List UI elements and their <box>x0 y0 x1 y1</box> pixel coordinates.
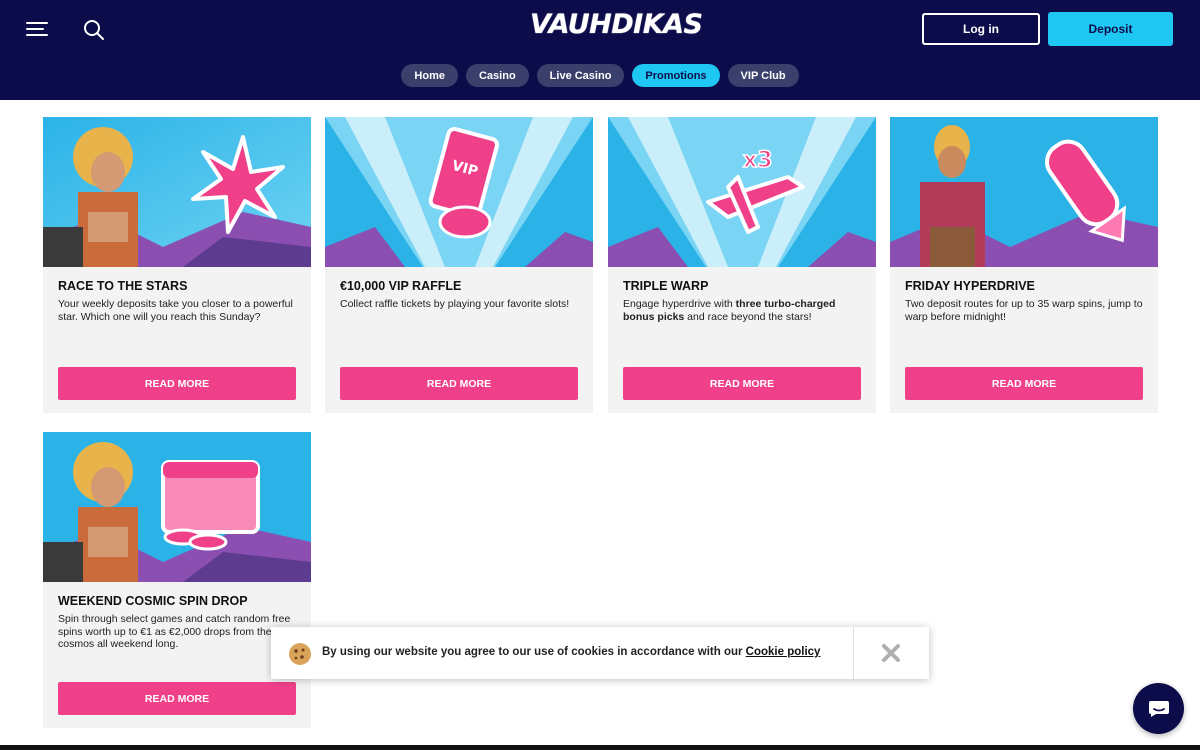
read-more-button[interactable]: READ MORE <box>623 367 861 400</box>
nav-tab-promotions[interactable]: Promotions <box>632 64 720 87</box>
promo-image-friday-hyperdrive[interactable] <box>890 117 1158 267</box>
promo-title: WEEKEND COSMIC SPIN DROP <box>58 594 248 608</box>
promo-title: FRIDAY HYPERDRIVE <box>905 279 1035 293</box>
cookie-text: By using our website you agree to our us… <box>322 646 821 658</box>
hamburger-menu-icon[interactable] <box>26 19 48 39</box>
promo-image-weekend-cosmic-spin-drop[interactable] <box>43 432 311 582</box>
read-more-button[interactable]: READ MORE <box>905 367 1143 400</box>
promo-description: Collect raffle tickets by playing your f… <box>340 298 570 310</box>
promo-image-vip-raffle[interactable]: VIP <box>325 117 593 267</box>
nav-tab-vip-club[interactable]: VIP Club <box>727 64 799 87</box>
svg-text:x3: x3 <box>743 148 773 173</box>
logo-text: VAUHDIKAS <box>530 9 703 40</box>
bottom-bar <box>0 745 1200 750</box>
promo-card-triple-warp: x3 TRIPLE WARP Engage hyperdrive with th… <box>608 117 876 413</box>
divider <box>853 627 854 679</box>
promo-card-friday-hyperdrive: FRIDAY HYPERDRIVE Two deposit routes for… <box>890 117 1158 413</box>
promo-image-race-to-the-stars[interactable] <box>43 117 311 267</box>
promo-title: €10,000 VIP RAFFLE <box>340 279 462 293</box>
promo-card-weekend-cosmic-spin-drop: WEEKEND COSMIC SPIN DROP Spin through se… <box>43 432 311 728</box>
cookie-banner: By using our website you agree to our us… <box>271 627 929 679</box>
chat-button[interactable] <box>1133 683 1184 734</box>
promo-card-race-to-the-stars: RACE TO THE STARS Your weekly deposits t… <box>43 117 311 413</box>
promo-card-vip-raffle: VIP €10,000 VIP RAFFLE Collect raffle ti… <box>325 117 593 413</box>
read-more-button[interactable]: READ MORE <box>58 367 296 400</box>
close-icon[interactable] <box>881 643 901 663</box>
cookie-icon <box>288 642 312 666</box>
promo-description: Engage hyperdrive with three turbo-charg… <box>623 298 836 323</box>
nav-tab-home[interactable]: Home <box>401 64 458 87</box>
promo-description: Two deposit routes for up to 35 warp spi… <box>905 298 1143 323</box>
site-logo[interactable]: VAUHDIKAS <box>530 6 703 44</box>
promo-title: RACE TO THE STARS <box>58 279 188 293</box>
promo-title: TRIPLE WARP <box>623 279 709 293</box>
read-more-button[interactable]: READ MORE <box>58 682 296 715</box>
nav-tab-live-casino[interactable]: Live Casino <box>536 64 625 87</box>
search-icon[interactable] <box>83 19 105 41</box>
login-button[interactable]: Log in <box>922 13 1040 45</box>
nav-tab-casino[interactable]: Casino <box>465 64 529 87</box>
cookie-policy-link[interactable]: Cookie policy <box>746 646 821 658</box>
promo-image-triple-warp[interactable]: x3 <box>608 117 876 267</box>
deposit-button[interactable]: Deposit <box>1048 12 1173 46</box>
hand-icon <box>438 205 492 239</box>
main-nav: Home Casino Live Casino Promotions VIP C… <box>0 64 1200 87</box>
read-more-button[interactable]: READ MORE <box>340 367 578 400</box>
promo-description: Your weekly deposits take you closer to … <box>58 298 293 323</box>
site-header: VAUHDIKAS Log in Deposit Home Casino Liv… <box>0 0 1200 100</box>
promo-description: Spin through select games and catch rand… <box>58 613 291 650</box>
chat-icon <box>1148 700 1169 717</box>
